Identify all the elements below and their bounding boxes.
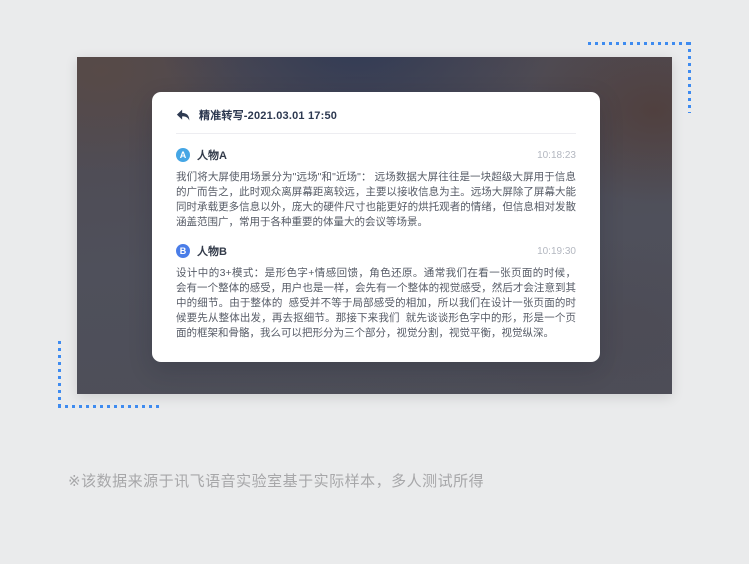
card-title: 精准转写-2021.03.01 17:50 [199, 107, 337, 123]
message-a: A 人物A 10:18:23 我们将大屏使用场景分为"远场"和"近场"： 远场数… [176, 147, 576, 230]
card-header: 精准转写-2021.03.01 17:50 [176, 107, 576, 123]
speaker-name-b: 人物B [197, 243, 227, 259]
message-text-a: 我们将大屏使用场景分为"远场"和"近场"： 远场数据大屏往往是一块超级大屏用于信… [176, 170, 576, 230]
dotted-decoration-bottom-left-horizontal [58, 405, 161, 408]
speaker-name-a: 人物A [197, 147, 227, 163]
timestamp-b: 10:19:30 [537, 246, 576, 257]
timestamp-a: 10:18:23 [537, 150, 576, 161]
speaker-row-a: A 人物A 10:18:23 [176, 147, 576, 163]
header-divider [176, 133, 576, 134]
avatar-b: B [176, 244, 190, 258]
back-icon[interactable] [176, 109, 190, 122]
speaker-row-b: B 人物B 10:19:30 [176, 243, 576, 259]
message-b: B 人物B 10:19:30 设计中的3+模式：是形色字+情感回馈，角色还原。通… [176, 243, 576, 341]
message-text-b: 设计中的3+模式：是形色字+情感回馈，角色还原。通常我们在看一张页面的时候， 会… [176, 266, 576, 341]
footnote-caption: ※该数据来源于讯飞语音实验室基于实际样本，多人测试所得 [68, 470, 484, 491]
transcription-card: 精准转写-2021.03.01 17:50 A 人物A 10:18:23 我们将… [152, 92, 600, 362]
dotted-decoration-top-right-horizontal [588, 42, 691, 45]
dotted-decoration-top-right-vertical [688, 42, 691, 113]
dotted-decoration-bottom-left-vertical [58, 341, 61, 408]
avatar-a: A [176, 148, 190, 162]
